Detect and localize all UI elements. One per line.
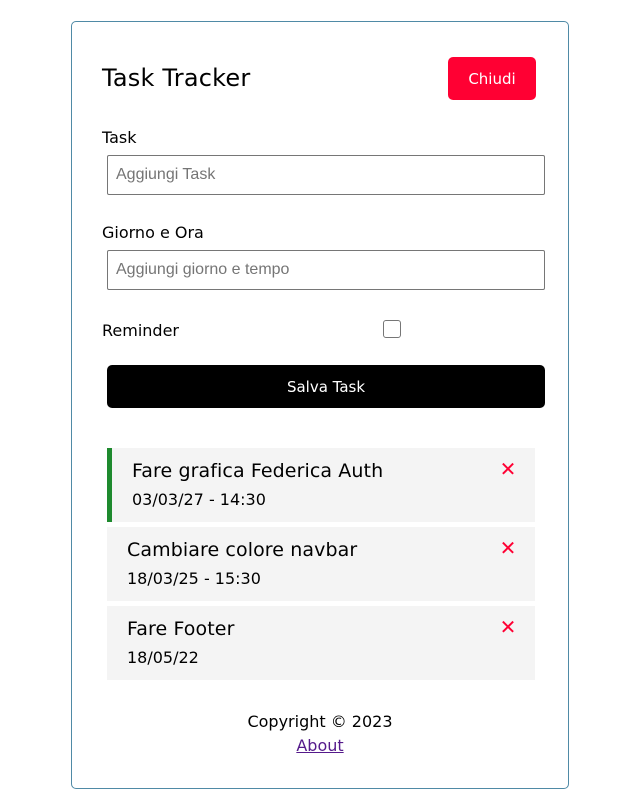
task-item[interactable]: Cambiare colore navbar 18/03/25 - 15:30 … [107,527,535,601]
close-button[interactable]: Chiudi [448,57,536,100]
reminder-checkbox[interactable] [383,320,401,338]
task-title: Cambiare colore navbar [127,539,358,561]
day-label: Giorno e Ora [102,223,204,242]
reminder-label: Reminder [102,321,179,340]
about-link[interactable]: About [296,736,343,755]
task-list: Fare grafica Federica Auth 03/03/27 - 14… [107,448,535,685]
footer: Copyright © 2023 About [72,712,568,755]
task-date: 03/03/27 - 14:30 [132,490,266,509]
task-item[interactable]: Fare grafica Federica Auth 03/03/27 - 14… [107,448,535,522]
task-date: 18/03/25 - 15:30 [127,569,261,588]
task-input[interactable] [107,155,545,195]
task-item[interactable]: Fare Footer 18/05/22 ✕ [107,606,535,680]
task-title: Fare grafica Federica Auth [132,460,384,482]
task-label: Task [102,128,137,147]
day-time-input[interactable] [107,250,545,290]
task-tracker-container: Task Tracker Chiudi Task Giorno e Ora Re… [71,21,569,789]
task-title: Fare Footer [127,618,235,640]
page-title: Task Tracker [102,64,251,92]
task-date: 18/05/22 [127,648,199,667]
close-x-icon[interactable]: ✕ [499,538,517,558]
close-x-icon[interactable]: ✕ [499,459,517,479]
header: Task Tracker Chiudi [102,57,536,101]
save-task-button[interactable]: Salva Task [107,365,545,408]
copyright-text: Copyright © 2023 [247,712,393,731]
close-x-icon[interactable]: ✕ [499,617,517,637]
